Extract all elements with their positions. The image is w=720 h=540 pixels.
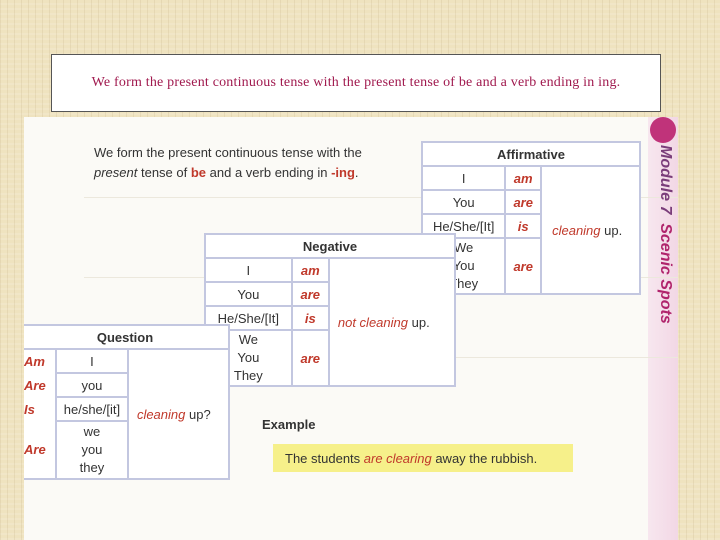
question-table: Question Am I cleaning up? Are you Is he… bbox=[24, 324, 230, 480]
example-label: Example bbox=[262, 417, 316, 432]
question-header: Question bbox=[24, 324, 230, 350]
topic-label: Scenic Spots bbox=[657, 223, 674, 324]
intro-period: . bbox=[354, 165, 359, 180]
neg-verb-cell: not cleaning up. bbox=[327, 257, 457, 387]
neg-aux: is bbox=[290, 305, 330, 331]
q-aux: Are bbox=[24, 377, 46, 393]
intro-present: present bbox=[94, 165, 138, 180]
aff-particle: up. bbox=[604, 222, 623, 238]
intro-be: be bbox=[190, 165, 207, 180]
neg-aux: am bbox=[290, 257, 330, 283]
example-end: away the rubbish. bbox=[431, 450, 538, 466]
q-subject: you bbox=[54, 372, 129, 398]
aff-verb-cell: cleaning up. bbox=[540, 165, 641, 295]
aff-aux: are bbox=[504, 237, 543, 295]
q-aux: Is bbox=[24, 401, 35, 417]
module-label: Module 7 bbox=[657, 145, 674, 215]
neg-aux: are bbox=[290, 281, 330, 307]
q-subject: I bbox=[54, 348, 129, 374]
aff-subject: You bbox=[420, 189, 507, 215]
q-aux: Am bbox=[24, 354, 45, 369]
neg-subject: You bbox=[204, 281, 293, 307]
neg-aux: are bbox=[290, 329, 330, 387]
module-side-label: Module 7 Scenic Spots bbox=[656, 145, 674, 324]
q-particle: up? bbox=[189, 406, 211, 422]
example-verb: are clearing bbox=[363, 450, 432, 466]
q-aux: Are bbox=[24, 442, 46, 457]
aff-aux: are bbox=[504, 189, 543, 215]
slide-title-box: We form the present continuous tense wit… bbox=[51, 54, 661, 112]
intro-text: We form the present continuous tense wit… bbox=[94, 143, 414, 183]
intro-and-verb: and a verb ending in bbox=[206, 165, 332, 180]
textbook-photo: We form the present continuous tense wit… bbox=[24, 117, 678, 540]
neg-verb: not cleaning bbox=[337, 314, 408, 330]
aff-aux: am bbox=[504, 165, 543, 191]
example-start: The students bbox=[285, 450, 364, 466]
aff-verb: cleaning bbox=[552, 222, 601, 238]
q-subject: we you they bbox=[54, 420, 129, 480]
neg-subject: I bbox=[204, 257, 293, 283]
example-sentence: The students are clearing away the rubbi… bbox=[273, 444, 573, 472]
intro-line-1: We form the present continuous tense wit… bbox=[94, 145, 362, 160]
neg-particle: up. bbox=[411, 314, 430, 330]
aff-subject: I bbox=[420, 165, 507, 191]
q-verb: cleaning bbox=[136, 406, 186, 422]
flower-decoration-icon bbox=[650, 117, 676, 143]
intro-ing: -ing bbox=[331, 165, 355, 180]
aff-aux: is bbox=[504, 213, 543, 239]
slide-title: We form the present continuous tense wit… bbox=[91, 75, 621, 90]
affirmative-header: Affirmative bbox=[421, 141, 641, 167]
negative-table: Negative I am not cleaning up. You are H… bbox=[204, 233, 457, 387]
intro-tense-of: tense of bbox=[137, 165, 191, 180]
q-subject: he/she/[it] bbox=[54, 396, 129, 422]
negative-header: Negative bbox=[204, 233, 456, 259]
q-verb-cell: cleaning up? bbox=[126, 348, 229, 480]
